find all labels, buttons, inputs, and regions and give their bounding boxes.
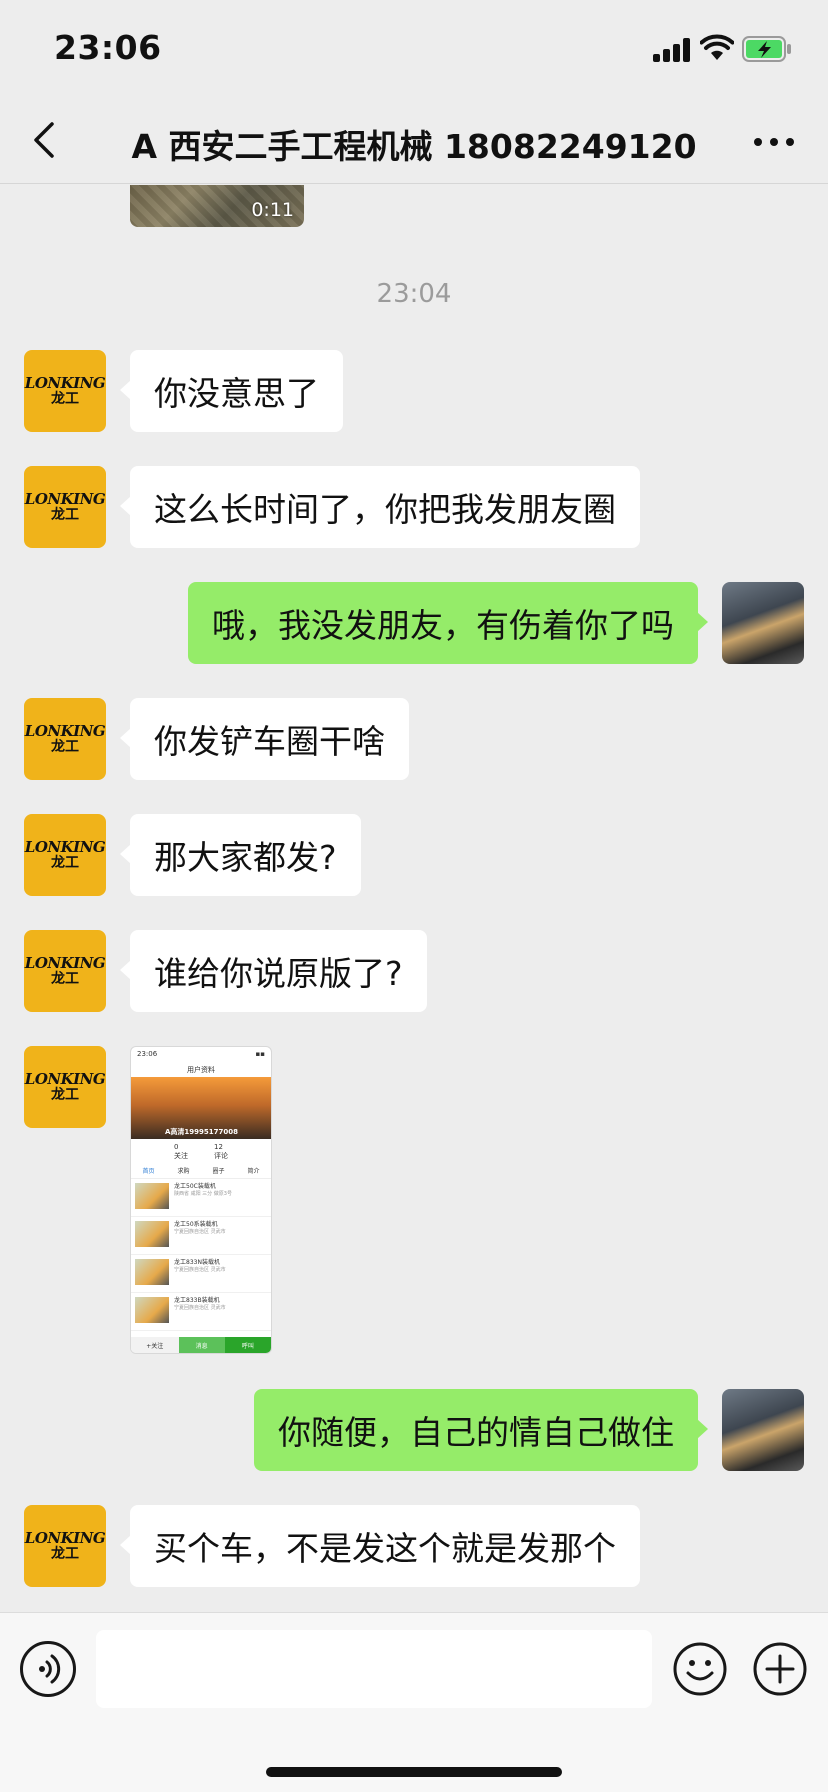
more-options-icon[interactable] <box>754 138 794 148</box>
home-indicator <box>266 1767 562 1777</box>
message-bubble-sent[interactable]: 你随便，自己的情自己做住 <box>254 1389 708 1471</box>
my-avatar[interactable] <box>722 582 804 664</box>
nav-bar: A 西安二手工程机械 18082249120 <box>0 98 828 184</box>
message-bubble-received[interactable]: 谁给你说原版了? <box>120 930 427 1012</box>
image-message-screenshot[interactable]: 23:06 ▪▪ 用户资料 A高清19995177008 0 关注 12 评论 首页 … <box>130 1046 272 1354</box>
back-chevron-icon[interactable] <box>24 118 68 162</box>
my-avatar[interactable] <box>722 1389 804 1471</box>
message-bubble-received[interactable]: 你发铲车圈干啥 <box>120 698 409 780</box>
message-bubble-received[interactable]: 买个车，不是发这个就是发那个 <box>120 1505 640 1587</box>
cellular-signal-icon <box>653 38 691 62</box>
message-list[interactable]: 0:11 23:04 LONKING 龙工 你没意思了 LONKING 龙工 这… <box>0 185 828 1612</box>
message-timestamp: 23:04 <box>376 279 452 309</box>
contact-avatar[interactable]: LONKING 龙工 <box>24 1046 106 1128</box>
contact-avatar[interactable]: LONKING 龙工 <box>24 698 106 780</box>
wifi-icon <box>700 34 734 60</box>
shot-banner: A高清19995177008 <box>131 1077 271 1139</box>
emoji-icon[interactable] <box>672 1641 728 1697</box>
plus-icon[interactable] <box>752 1641 808 1697</box>
video-duration: 0:11 <box>251 199 294 221</box>
chat-title: A 西安二手工程机械 18082249120 <box>131 127 697 166</box>
input-bar <box>0 1612 828 1792</box>
message-bubble-received[interactable]: 你没意思了 <box>120 350 343 432</box>
contact-avatar[interactable]: LONKING 龙工 <box>24 466 106 548</box>
message-bubble-received[interactable]: 那大家都发? <box>120 814 361 896</box>
message-bubble-received[interactable]: 这么长时间了，你把我发朋友圈 <box>120 466 640 548</box>
contact-avatar[interactable]: LONKING 龙工 <box>24 814 106 896</box>
contact-avatar[interactable]: LONKING 龙工 <box>24 350 106 432</box>
voice-input-icon[interactable] <box>20 1641 76 1697</box>
status-time: 23:06 <box>54 28 162 67</box>
message-input[interactable] <box>96 1630 652 1708</box>
contact-avatar[interactable]: LONKING 龙工 <box>24 1505 106 1587</box>
status-bar: 23:06 <box>0 0 828 98</box>
message-bubble-sent[interactable]: 哦，我没发朋友，有伤着你了吗 <box>188 582 708 664</box>
contact-avatar[interactable]: LONKING 龙工 <box>24 930 106 1012</box>
battery-charging-icon <box>742 36 791 62</box>
video-message-thumbnail[interactable]: 0:11 <box>130 185 304 227</box>
chat-screen: 23:06 A 西安二手工程机械 18082249120 0:11 23:04 … <box>0 0 828 1792</box>
